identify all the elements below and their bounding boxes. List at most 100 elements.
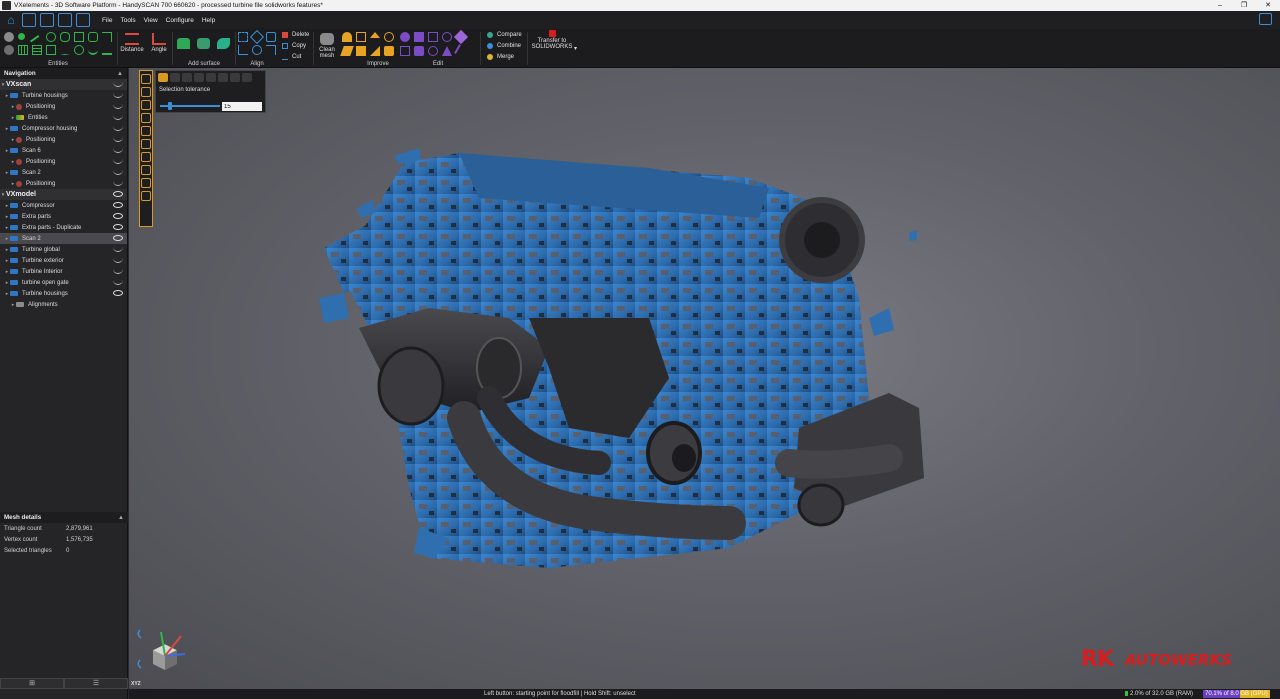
menu-tools[interactable]: Tools: [120, 17, 135, 24]
visibility-eye-icon[interactable]: [113, 158, 123, 164]
tree-view-tab-icon[interactable]: ⊞: [0, 678, 64, 689]
circle-icon[interactable]: [46, 32, 56, 42]
minimize-button[interactable]: –: [1208, 0, 1232, 11]
smooth-icon[interactable]: [342, 32, 352, 42]
options-dropdown-icon[interactable]: [242, 73, 252, 82]
tree-item[interactable]: ▸ Compressor housing: [0, 123, 127, 134]
selection-tolerance-input[interactable]: [222, 102, 262, 111]
edit-trim-icon[interactable]: [428, 32, 438, 42]
floodfill-select-icon[interactable]: [141, 126, 151, 136]
visibility-eye-icon[interactable]: [113, 169, 123, 175]
home-icon[interactable]: ⌂: [4, 13, 18, 27]
tree-item[interactable]: ▸ Scan 2: [0, 167, 127, 178]
tree-item[interactable]: ▸ Turbine exterior: [0, 255, 127, 266]
edit-revolve-icon[interactable]: [428, 46, 438, 56]
edit-pen-icon[interactable]: [454, 44, 468, 58]
scan-model-render[interactable]: [129, 68, 1280, 689]
cylinder-icon[interactable]: [4, 45, 14, 55]
brush-select-icon[interactable]: [141, 113, 151, 123]
connected-mode-icon[interactable]: [218, 73, 228, 82]
tree-item[interactable]: ▸ Positioning: [0, 156, 127, 167]
save-file-icon[interactable]: [58, 13, 72, 27]
menu-help[interactable]: Help: [202, 17, 215, 24]
compare-button[interactable]: Compare: [487, 32, 522, 38]
tree-section-vxscan[interactable]: ▾ VXscan: [0, 79, 127, 90]
curve-icon[interactable]: [102, 45, 112, 55]
cone-icon[interactable]: [60, 45, 70, 55]
visibility-eye-icon[interactable]: [113, 136, 123, 142]
rectangle-icon[interactable]: [74, 32, 84, 42]
tree-section-vxmodel[interactable]: ▾ VXmodel: [0, 189, 127, 200]
tree-item[interactable]: ▸ Turbine Interior: [0, 266, 127, 277]
edit-cone-icon[interactable]: [442, 46, 452, 56]
chat-icon[interactable]: [1259, 13, 1272, 25]
visibility-eye-icon[interactable]: [113, 92, 123, 98]
curvature-mode-icon[interactable]: [230, 73, 240, 82]
decimate-icon[interactable]: [356, 32, 366, 42]
list-view-tab-icon[interactable]: ☰: [64, 678, 128, 689]
normal-mode-icon[interactable]: [194, 73, 204, 82]
visibility-eye-icon[interactable]: [113, 180, 123, 186]
transfer-to-solidworks-button[interactable]: Transfer to SOLIDWORKS: [530, 30, 574, 50]
3d-viewport[interactable]: Selection tolerance XYZ RK AUTOWERKS Aut…: [129, 68, 1280, 689]
point-icon[interactable]: [18, 33, 25, 40]
visibility-eye-icon[interactable]: [113, 103, 123, 109]
visibility-eye-icon[interactable]: [113, 125, 123, 131]
visibility-eye-icon[interactable]: [113, 268, 123, 274]
cut-button[interactable]: Cut: [282, 54, 301, 60]
edit-mirror-icon[interactable]: [453, 29, 469, 45]
polyline-icon[interactable]: [102, 32, 112, 42]
tree-item[interactable]: ▸ Turbine global: [0, 244, 127, 255]
bridge-icon[interactable]: [370, 46, 380, 56]
visibility-eye-icon[interactable]: [113, 147, 123, 153]
remove-spikes-icon[interactable]: [340, 46, 354, 56]
tree-item[interactable]: ▸ Positioning: [0, 101, 127, 112]
tree-item[interactable]: ▸ Compressor: [0, 200, 127, 211]
new-file-icon[interactable]: [22, 13, 36, 27]
tree-item[interactable]: ▸ Scan 6: [0, 145, 127, 156]
rotate-cw-icon[interactable]: [137, 659, 142, 669]
copy-button[interactable]: Copy: [282, 43, 306, 49]
patch-icon[interactable]: [356, 46, 366, 56]
align-axis-icon[interactable]: [238, 45, 248, 55]
visibility-eye-icon[interactable]: [113, 257, 123, 263]
align-frame-icon[interactable]: [266, 32, 276, 42]
collapse-mesh-details-icon[interactable]: ▲: [118, 515, 124, 521]
box-icon[interactable]: [46, 45, 56, 55]
visibility-eye-icon[interactable]: [113, 191, 123, 197]
angle-mode-icon[interactable]: [206, 73, 216, 82]
visibility-eye-icon[interactable]: [113, 81, 123, 87]
angle-button[interactable]: Angle: [148, 33, 170, 53]
visibility-eye-icon[interactable]: [113, 235, 123, 241]
ellipse-icon[interactable]: [60, 32, 70, 42]
visibility-eye-icon[interactable]: [113, 224, 123, 230]
transfer-dropdown-icon[interactable]: ▾: [574, 45, 577, 52]
collapse-navigation-icon[interactable]: ▲: [117, 71, 123, 77]
visibility-eye-icon[interactable]: [113, 279, 123, 285]
plane-grid-icon[interactable]: [18, 45, 28, 55]
boundary-icon[interactable]: [384, 46, 394, 56]
open-file-icon[interactable]: [40, 13, 54, 27]
subdivide-icon[interactable]: [370, 32, 380, 38]
orientation-gizmo[interactable]: [133, 624, 193, 684]
align-move-icon[interactable]: [266, 45, 276, 55]
tree-item[interactable]: ▸ Entities: [0, 112, 127, 123]
surface-grid-icon[interactable]: [32, 45, 42, 55]
close-button[interactable]: ✕: [1256, 0, 1280, 11]
shrink-select-icon[interactable]: [141, 178, 151, 188]
edit-shell-icon[interactable]: [414, 46, 424, 56]
edit-extrude-icon[interactable]: [400, 46, 410, 56]
clean-mesh-button[interactable]: Clean mesh: [316, 33, 338, 59]
save-as-icon[interactable]: [76, 13, 90, 27]
sphere-icon[interactable]: [4, 32, 14, 42]
delete-button[interactable]: Delete: [282, 32, 309, 38]
visibility-eye-icon[interactable]: [113, 202, 123, 208]
floodfill-mode-icon[interactable]: [158, 73, 168, 82]
merge-button[interactable]: Merge: [487, 54, 514, 60]
fill-holes-icon[interactable]: [384, 32, 394, 42]
invert-select-icon[interactable]: [141, 191, 151, 201]
slot-icon[interactable]: [88, 32, 98, 42]
tree-item[interactable]: ▸ turbine open gate: [0, 277, 127, 288]
tree-item[interactable]: ▸ Positioning: [0, 134, 127, 145]
add-patch-surface-icon[interactable]: [217, 38, 230, 49]
